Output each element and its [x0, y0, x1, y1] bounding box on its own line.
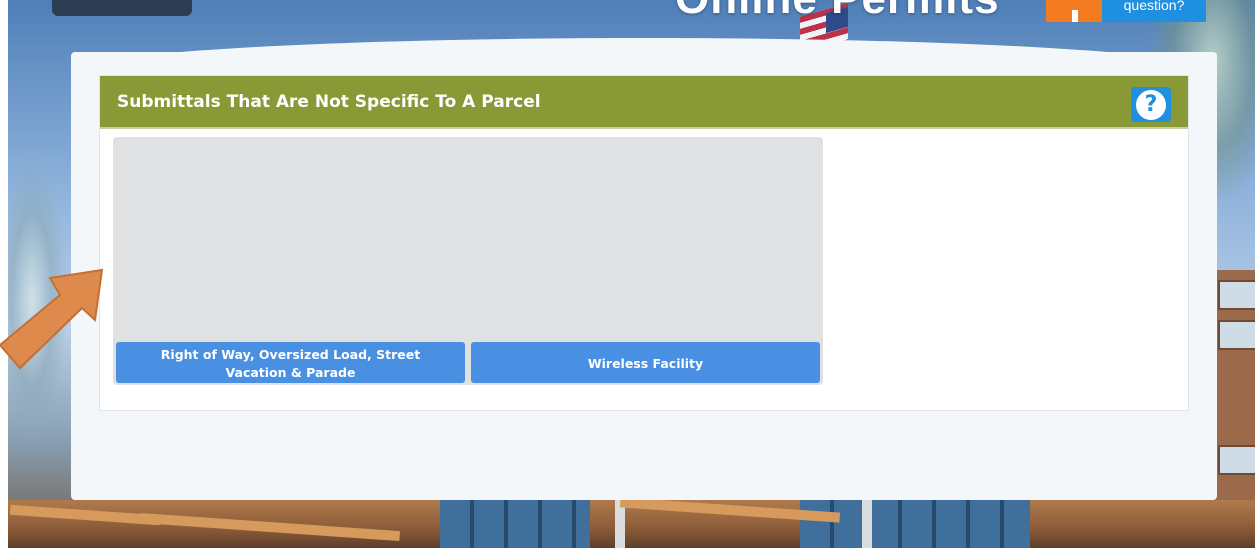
tile-wireless-facility[interactable]: Wireless Facility — [468, 137, 823, 385]
section-header: Submittals That Are Not Specific To A Pa… — [100, 76, 1188, 129]
background-window — [1218, 320, 1255, 350]
help-icon: ? — [1136, 90, 1166, 120]
left-edge-strip — [0, 0, 8, 548]
background-window — [1218, 445, 1255, 475]
background-window — [1218, 280, 1255, 310]
tile-label: Wireless Facility — [587, 355, 704, 371]
main-panel: Submittals That Are Not Specific To A Pa… — [71, 38, 1217, 500]
section-title: Submittals That Are Not Specific To A Pa… — [117, 92, 541, 112]
top-left-bar — [52, 0, 192, 16]
question-button[interactable]: question? — [1102, 0, 1206, 22]
background-glass-facade — [440, 500, 590, 548]
right-of-way-button[interactable]: Right of Way, Oversized Load, Street Vac… — [116, 342, 465, 383]
site-header-title: Online Permits — [675, 0, 1000, 24]
tile-label: Right of Way, Oversized Load, Street Vac… — [160, 346, 421, 380]
help-button[interactable]: ? — [1131, 87, 1171, 122]
wireless-facility-button[interactable]: Wireless Facility — [471, 342, 820, 383]
exclamation-icon — [1046, 0, 1102, 22]
submittals-section: Submittals That Are Not Specific To A Pa… — [99, 75, 1189, 411]
background-glass-facade — [800, 500, 1030, 548]
tile-right-of-way[interactable]: Right of Way, Oversized Load, Street Vac… — [113, 137, 468, 385]
background-post — [862, 500, 872, 548]
background-tree-left — [8, 150, 68, 450]
